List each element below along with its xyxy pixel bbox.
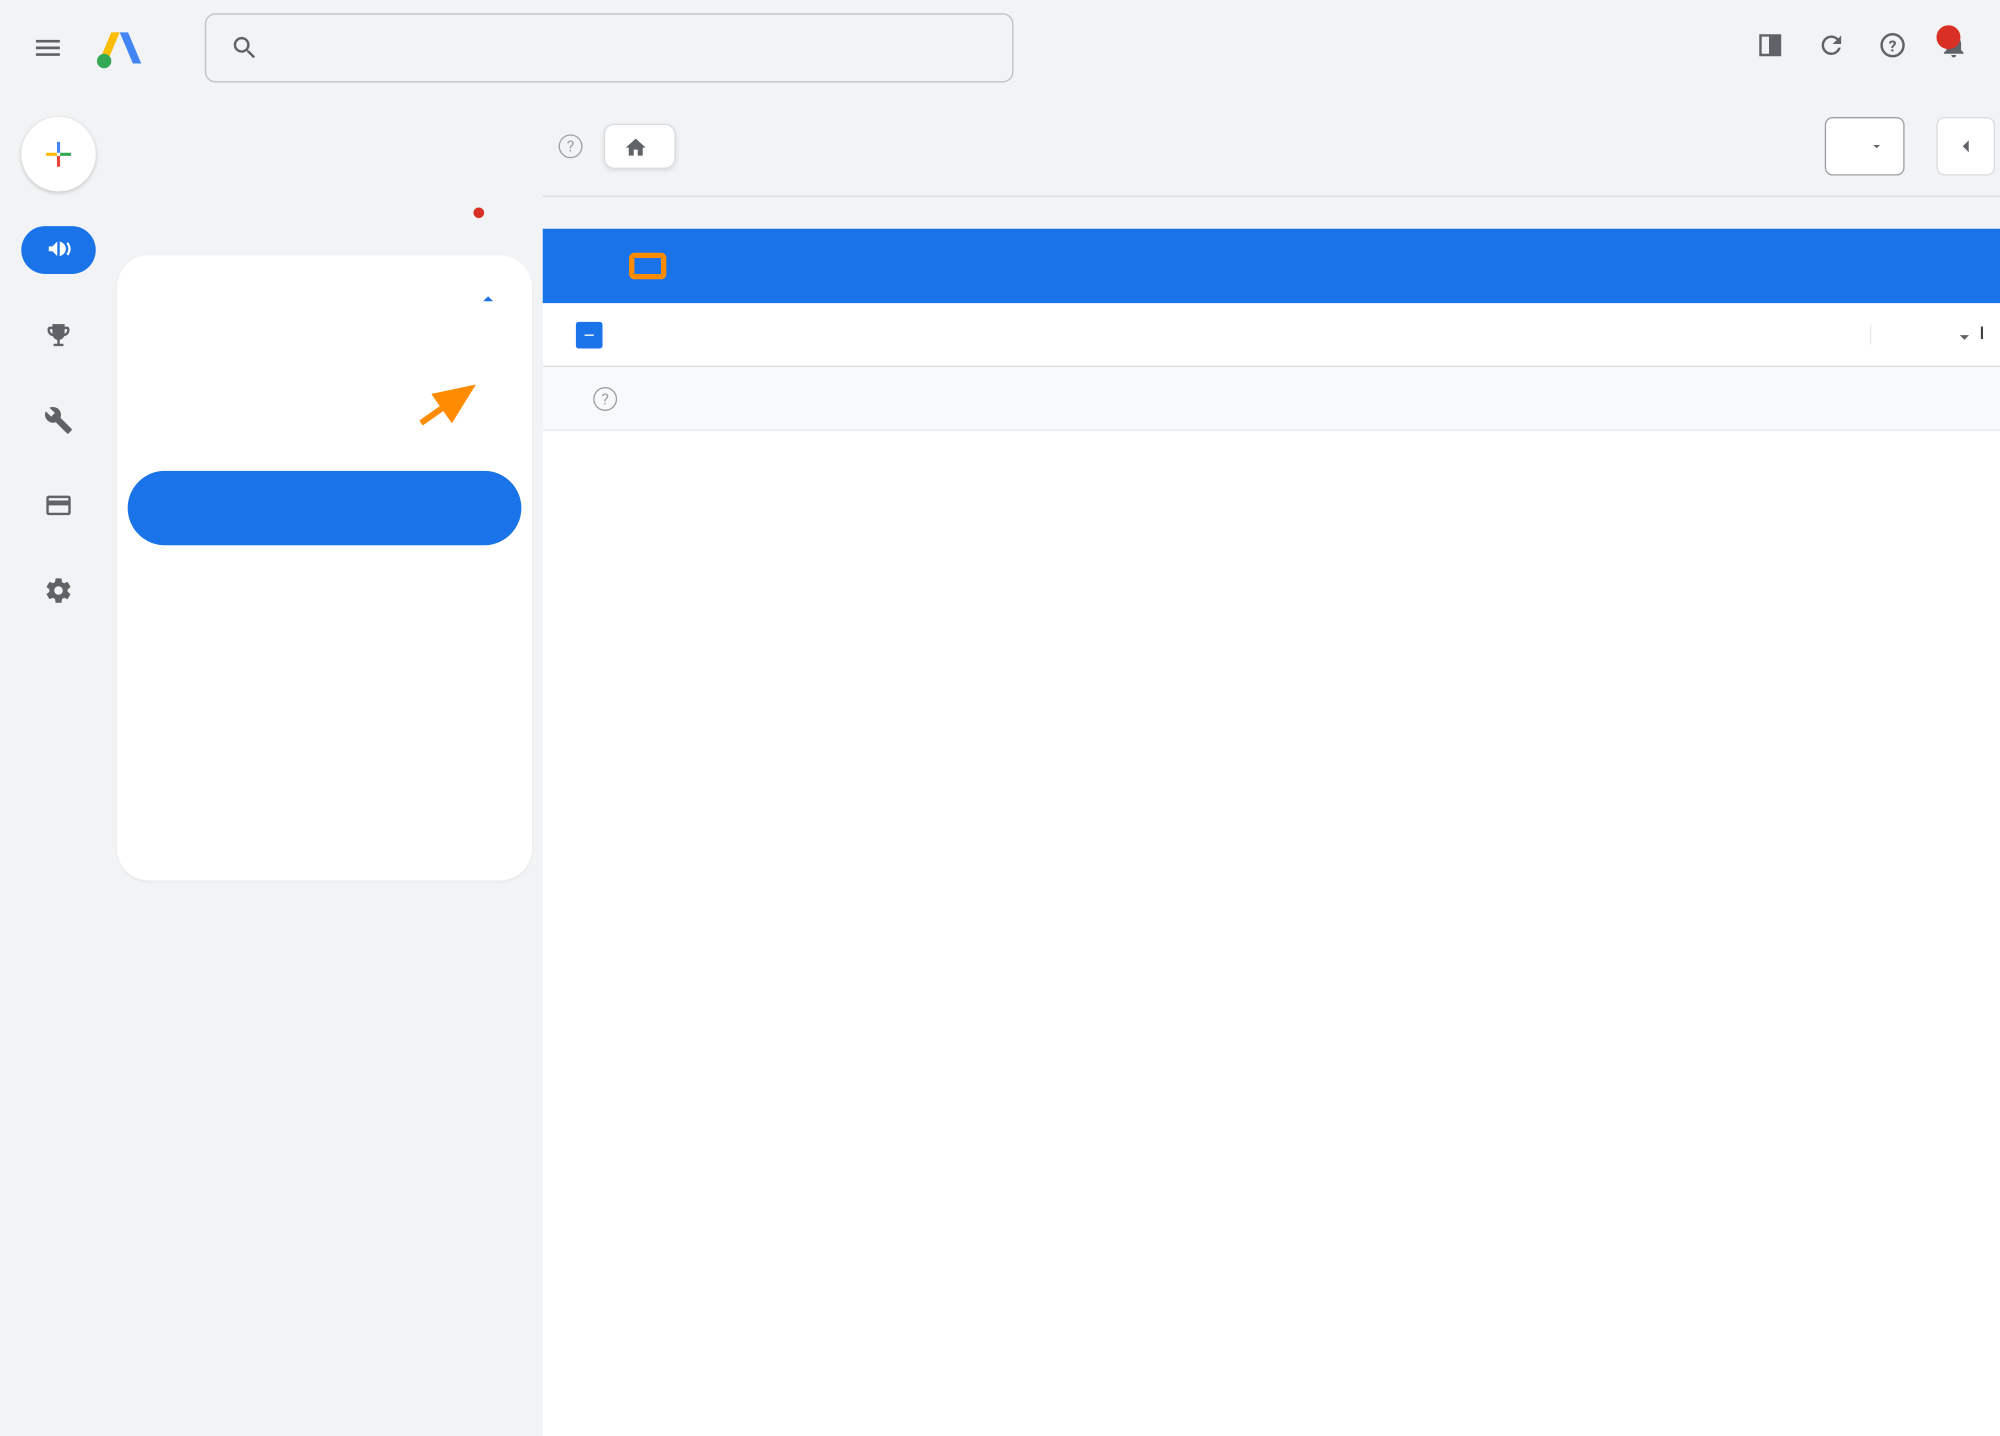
hamburger-menu[interactable]	[21, 21, 74, 74]
title-bar: ?	[543, 96, 2000, 197]
plus-icon	[40, 136, 77, 173]
refresh-button[interactable]	[1817, 31, 1846, 66]
search-container	[205, 13, 1014, 82]
col-last-label: I	[1979, 325, 1984, 345]
date-range-picker[interactable]	[1825, 116, 1905, 175]
trophy-icon	[44, 321, 73, 350]
refresh-icon	[1817, 31, 1846, 60]
header: ?	[0, 0, 2000, 96]
nav-when-where[interactable]	[128, 545, 522, 635]
megaphone-icon	[44, 235, 73, 264]
chevron-up-icon	[476, 287, 500, 311]
nav-recommendations[interactable]	[149, 181, 511, 245]
nav-search-terms[interactable]	[128, 471, 522, 545]
help-button[interactable]: ?	[1878, 31, 1907, 66]
nav-auction-insights[interactable]	[128, 396, 522, 470]
insights-card	[117, 255, 532, 880]
rail-admin[interactable]	[21, 561, 95, 625]
total-row: ?	[543, 367, 2000, 431]
nav-landing-pages[interactable]	[128, 636, 522, 710]
col-sort[interactable]: I	[1870, 325, 2000, 345]
sort-down-icon	[1956, 325, 1975, 344]
rail-billing[interactable]	[21, 476, 95, 540]
help-icon[interactable]: ?	[559, 134, 583, 158]
search-icon	[230, 33, 259, 62]
rail-goals[interactable]	[21, 306, 95, 370]
table-header: I	[543, 303, 2000, 367]
nav-insights[interactable]	[128, 322, 522, 396]
filter-card[interactable]	[604, 123, 676, 168]
header-actions: ?	[1756, 31, 1969, 66]
select-all-checkbox[interactable]	[543, 321, 636, 348]
gear-icon	[44, 576, 73, 605]
nav-report-editor[interactable]	[128, 710, 522, 784]
main-content: ?	[543, 96, 2000, 1436]
brand[interactable]	[96, 24, 157, 72]
search-box[interactable]	[205, 13, 1014, 82]
notifications-button[interactable]	[1939, 31, 1968, 66]
date-prev-button[interactable]	[1936, 116, 1995, 175]
tools-icon	[44, 406, 73, 435]
nav-overview[interactable]	[149, 117, 511, 181]
svg-text:?: ?	[1889, 36, 1897, 55]
help-icon: ?	[1878, 31, 1907, 60]
menu-icon	[32, 32, 64, 64]
search-input[interactable]	[281, 35, 989, 60]
create-button[interactable]	[21, 117, 95, 191]
appearance-icon	[1756, 31, 1785, 60]
indeterminate-icon	[581, 327, 597, 343]
dropdown-icon	[1869, 138, 1885, 154]
notification-badge	[1936, 25, 1960, 49]
ads-logo-icon	[96, 24, 144, 72]
chevron-left-icon	[1954, 134, 1978, 158]
nav-dashboards[interactable]	[128, 785, 522, 859]
search-terms-table: I ?	[543, 303, 2000, 1436]
insights-reports-toggle[interactable]	[117, 277, 532, 322]
left-rail	[0, 96, 117, 1436]
add-as-negative-keyword-button[interactable]	[629, 253, 666, 280]
appearance-button[interactable]	[1756, 31, 1785, 66]
total-help-icon[interactable]: ?	[593, 386, 617, 410]
rail-tools[interactable]	[21, 391, 95, 455]
recommendations-dot	[473, 207, 484, 218]
selection-action-bar	[543, 229, 2000, 303]
nav-panel	[117, 96, 543, 1436]
rail-campaigns[interactable]	[21, 221, 95, 285]
home-icon	[624, 135, 648, 159]
card-icon	[44, 491, 73, 520]
page-title: ?	[548, 134, 583, 158]
